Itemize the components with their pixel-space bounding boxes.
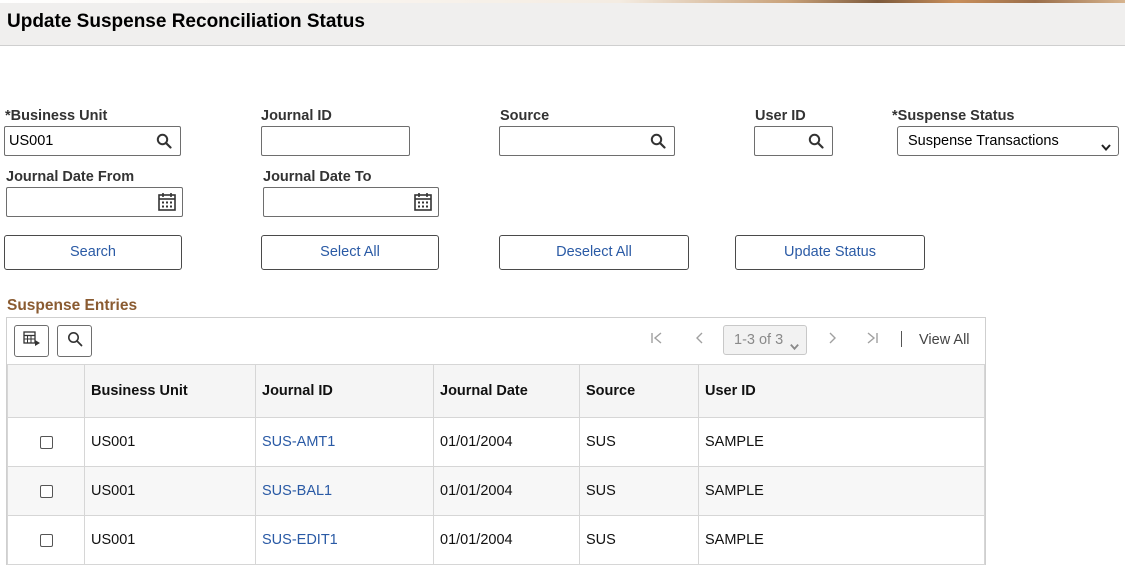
chevron-down-icon	[1100, 135, 1112, 163]
suspense-entries-table: Business Unit Journal ID Journal Date So…	[7, 364, 985, 565]
search-icon[interactable]	[805, 130, 827, 152]
grid-title: Suspense Entries	[7, 297, 138, 314]
table-row: US001 SUS-BAL1 01/01/2004 SUS SAMPLE	[7, 466, 985, 516]
journal-date-cell: 01/01/2004	[433, 417, 580, 467]
column-header-journal-date[interactable]: Journal Date	[433, 364, 580, 418]
suspense-entries-grid: 1-3 of 3 View All Business Unit Journal …	[6, 317, 986, 565]
find-grid-button[interactable]	[57, 325, 92, 357]
business-unit-value: US001	[9, 133, 54, 149]
page-range-value: 1-3 of 3	[734, 332, 784, 348]
page-range-select[interactable]: 1-3 of 3	[723, 325, 807, 355]
search-icon	[67, 331, 83, 352]
user-id-label: User ID	[755, 108, 806, 124]
source-cell: SUS	[579, 466, 699, 516]
journal-date-to-label: Journal Date To	[263, 169, 372, 185]
table-header-row: Business Unit Journal ID Journal Date So…	[7, 364, 985, 418]
select-all-button[interactable]: Select All	[261, 235, 439, 270]
suspense-status-select[interactable]: Suspense Transactions	[897, 126, 1119, 156]
calendar-icon[interactable]	[412, 191, 434, 213]
journal-date-to-field[interactable]	[263, 187, 439, 217]
journal-id-link[interactable]: SUS-AMT1	[262, 434, 335, 450]
business-unit-label: *Business Unit	[5, 108, 108, 124]
business-unit-field[interactable]: US001	[4, 126, 181, 156]
journal-id-link[interactable]: SUS-EDIT1	[262, 532, 338, 548]
deselect-all-button[interactable]: Deselect All	[499, 235, 689, 270]
row-select-cell	[7, 466, 85, 516]
user-id-cell: SAMPLE	[698, 466, 985, 516]
calendar-icon[interactable]	[156, 191, 178, 213]
row-select-cell	[7, 417, 85, 467]
journal-id-link[interactable]: SUS-BAL1	[262, 483, 332, 499]
suspense-status-value: Suspense Transactions	[908, 133, 1059, 149]
previous-page-icon[interactable]	[693, 331, 707, 349]
journal-date-cell: 01/01/2004	[433, 466, 580, 516]
row-select-cell	[7, 515, 85, 565]
personalize-grid-button[interactable]	[14, 325, 49, 357]
first-page-icon[interactable]	[650, 331, 664, 349]
update-status-button[interactable]: Update Status	[735, 235, 925, 270]
source-field[interactable]	[499, 126, 675, 156]
row-checkbox[interactable]	[39, 533, 53, 547]
user-id-cell: SAMPLE	[698, 417, 985, 467]
table-row: US001 SUS-AMT1 01/01/2004 SUS SAMPLE	[7, 417, 985, 467]
table-row: US001 SUS-EDIT1 01/01/2004 SUS SAMPLE	[7, 515, 985, 565]
journal-date-cell: 01/01/2004	[433, 515, 580, 565]
journal-id-cell: SUS-EDIT1	[255, 515, 434, 565]
row-checkbox[interactable]	[39, 484, 53, 498]
journal-date-from-label: Journal Date From	[6, 169, 135, 185]
journal-id-label: Journal ID	[261, 108, 332, 124]
search-icon[interactable]	[647, 130, 669, 152]
page-header: Update Suspense Reconciliation Status	[0, 3, 1125, 46]
user-id-field[interactable]	[754, 126, 833, 156]
journal-id-cell: SUS-BAL1	[255, 466, 434, 516]
user-id-cell: SAMPLE	[698, 515, 985, 565]
next-page-icon[interactable]	[825, 331, 839, 349]
business-unit-cell: US001	[84, 515, 256, 565]
row-checkbox[interactable]	[39, 435, 53, 449]
journal-id-field[interactable]	[261, 126, 410, 156]
view-all-link[interactable]: View All	[919, 332, 970, 348]
column-header-business-unit[interactable]: Business Unit	[84, 364, 256, 418]
search-button[interactable]: Search	[4, 235, 182, 270]
suspense-status-label: *Suspense Status	[892, 108, 1015, 124]
business-unit-cell: US001	[84, 466, 256, 516]
journal-id-cell: SUS-AMT1	[255, 417, 434, 467]
source-cell: SUS	[579, 417, 699, 467]
pager-divider	[901, 331, 902, 347]
last-page-icon[interactable]	[865, 331, 879, 349]
chevron-down-icon	[789, 334, 800, 362]
source-cell: SUS	[579, 515, 699, 565]
page-title: Update Suspense Reconciliation Status	[7, 11, 365, 32]
column-header-source[interactable]: Source	[579, 364, 699, 418]
grid-personalize-icon	[22, 330, 41, 352]
journal-date-from-field[interactable]	[6, 187, 183, 217]
business-unit-cell: US001	[84, 417, 256, 467]
source-label: Source	[500, 108, 550, 124]
column-header-journal-id[interactable]: Journal ID	[255, 364, 434, 418]
column-header-select	[7, 364, 85, 418]
column-header-user-id[interactable]: User ID	[698, 364, 985, 418]
search-icon[interactable]	[153, 130, 175, 152]
